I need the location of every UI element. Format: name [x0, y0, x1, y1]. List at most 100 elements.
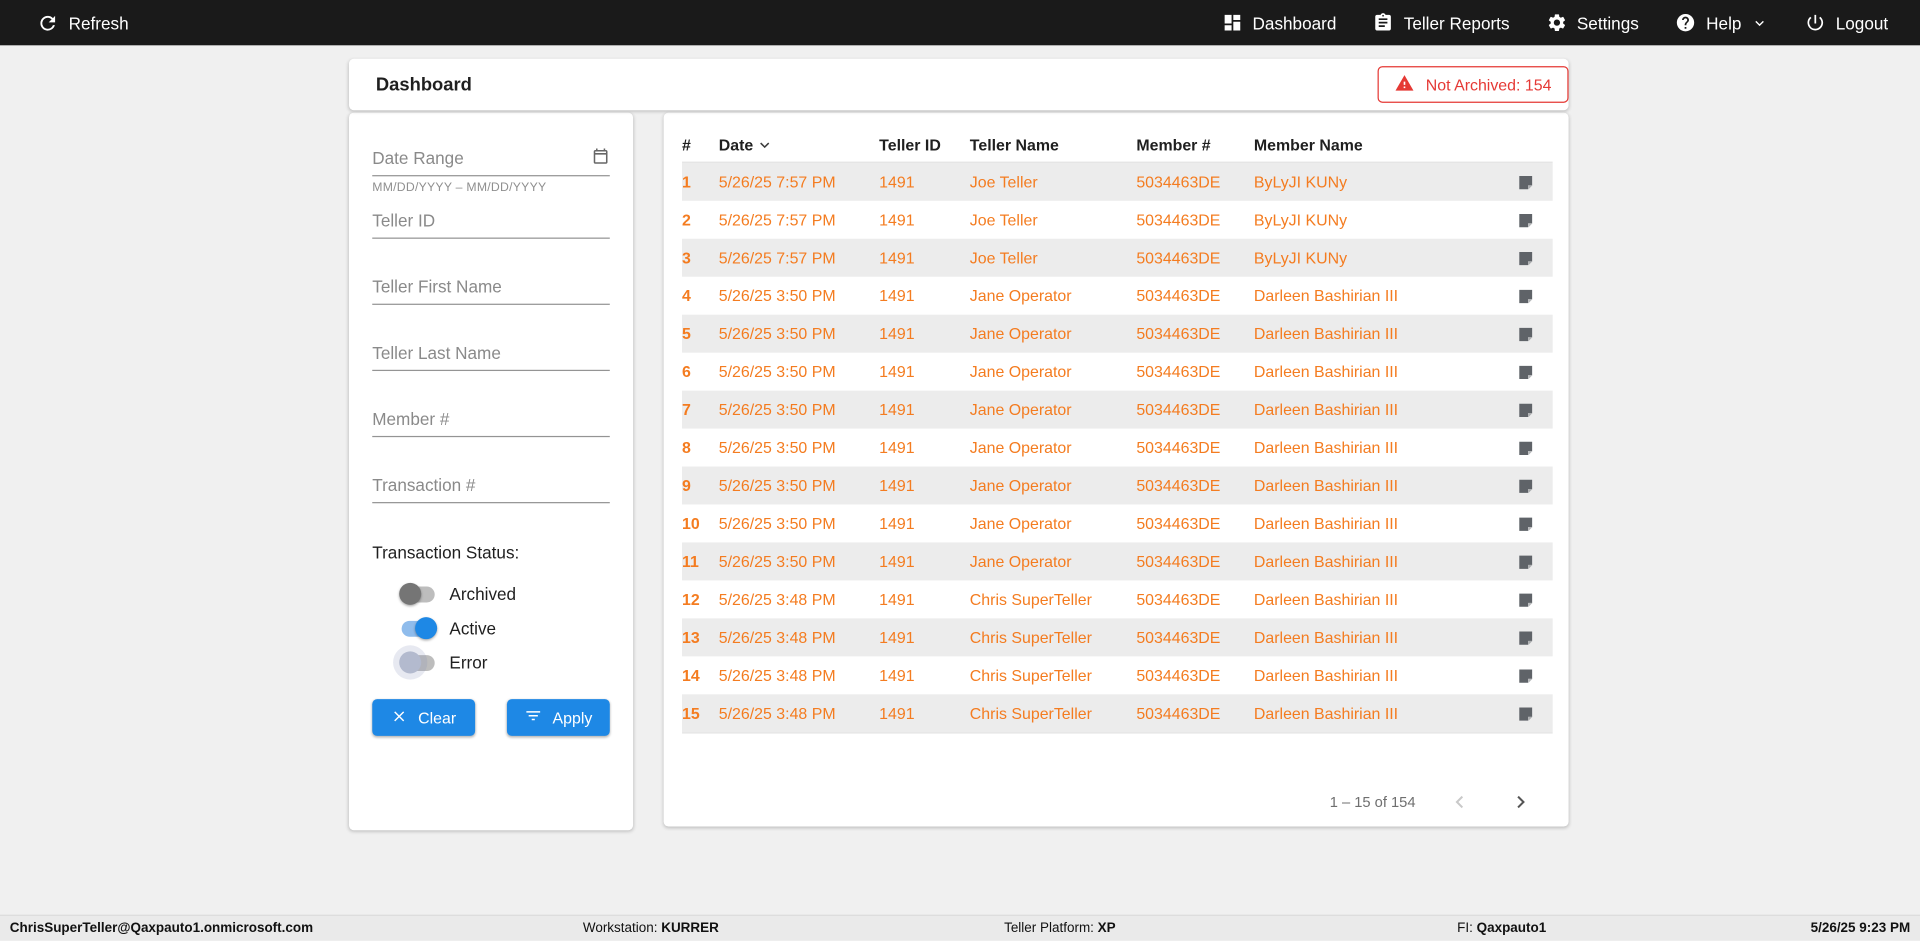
- cell-teller-name: Jane Operator: [969, 324, 1072, 343]
- table-row[interactable]: 12 5/26/25 3:48 PM 1491 Chris SuperTelle…: [682, 580, 1553, 618]
- table-row[interactable]: 1 5/26/25 7:57 PM 1491 Joe Teller 503446…: [682, 162, 1553, 201]
- note-icon[interactable]: [1517, 477, 1534, 494]
- toggle-archived[interactable]: Archived: [399, 577, 610, 611]
- note-icon[interactable]: [1517, 629, 1534, 646]
- nav-dashboard[interactable]: Dashboard: [1222, 12, 1336, 33]
- table-row[interactable]: 5 5/26/25 3:50 PM 1491 Jane Operator 503…: [682, 314, 1553, 353]
- table-row[interactable]: 7 5/26/25 3:50 PM 1491 Jane Operator 503…: [682, 390, 1553, 429]
- clear-button[interactable]: Clear: [372, 699, 476, 736]
- cell-member-name: Darleen Bashirian III: [1253, 476, 1399, 495]
- note-icon[interactable]: [1517, 667, 1534, 684]
- cell-teller-name: Jane Operator: [969, 286, 1072, 305]
- note-icon[interactable]: [1517, 401, 1534, 418]
- workstation-value: KURRER: [661, 920, 719, 936]
- sort-desc-icon: [756, 133, 774, 157]
- not-archived-badge[interactable]: Not Archived: 154: [1378, 66, 1569, 103]
- note-icon[interactable]: [1517, 249, 1534, 266]
- col-header-date[interactable]: Date: [719, 133, 879, 157]
- page-title: Dashboard: [375, 74, 472, 95]
- teller-id-input[interactable]: [372, 206, 610, 239]
- col-header-teller-name[interactable]: Teller Name: [970, 136, 1137, 154]
- cell-date: 5/26/25 7:57 PM: [718, 248, 836, 267]
- table-row[interactable]: 11 5/26/25 3:50 PM 1491 Jane Operator 50…: [682, 542, 1553, 581]
- table-row[interactable]: 14 5/26/25 3:48 PM 1491 Chris SuperTelle…: [682, 656, 1553, 694]
- table-row[interactable]: 3 5/26/25 7:57 PM 1491 Joe Teller 503446…: [682, 238, 1553, 277]
- note-icon[interactable]: [1517, 173, 1534, 190]
- cell-member-name: Darleen Bashirian III: [1253, 590, 1399, 609]
- cell-member-number: 5034463DE: [1136, 476, 1221, 495]
- table-row[interactable]: 4 5/26/25 3:50 PM 1491 Jane Operator 503…: [682, 277, 1553, 315]
- teller-last-name-field: [372, 339, 610, 372]
- fi-status: FI: Qaxpauto1: [1457, 921, 1546, 936]
- date-range-input[interactable]: [372, 144, 610, 177]
- note-icon[interactable]: [1517, 553, 1534, 570]
- calendar-icon[interactable]: [591, 147, 609, 171]
- table-row[interactable]: 9 5/26/25 3:50 PM 1491 Jane Operator 503…: [682, 466, 1553, 505]
- note-icon[interactable]: [1517, 363, 1534, 380]
- table-row[interactable]: 2 5/26/25 7:57 PM 1491 Joe Teller 503446…: [682, 201, 1553, 239]
- row-number: 10: [682, 514, 700, 533]
- cell-member-number: 5034463DE: [1136, 286, 1221, 305]
- row-number: 9: [682, 476, 691, 495]
- error-toggle-switch[interactable]: [399, 651, 435, 674]
- date-format-hint: MM/DD/YYYY – MM/DD/YYYY: [372, 181, 547, 195]
- previous-page-button[interactable]: [1442, 785, 1476, 819]
- cell-teller-id: 1491: [879, 362, 915, 381]
- transactions-table-card: # Date Teller ID Teller Name Member # Me…: [663, 112, 1569, 827]
- col-header-member-name[interactable]: Member Name: [1254, 136, 1499, 154]
- note-icon[interactable]: [1517, 515, 1534, 532]
- help-icon: [1676, 12, 1697, 33]
- transaction-number-input[interactable]: [372, 471, 610, 504]
- teller-first-name-input[interactable]: [372, 273, 610, 305]
- cell-member-name: ByLyJI KUNy: [1253, 210, 1348, 229]
- transaction-status-label: Transaction Status:: [372, 542, 520, 563]
- pagination: 1 – 15 of 154: [682, 785, 1553, 819]
- toggle-error[interactable]: Error: [399, 645, 610, 679]
- top-nav-bar: Refresh Dashboard Teller Reports Setting…: [0, 0, 1920, 46]
- col-header-member-number[interactable]: Member #: [1136, 136, 1254, 154]
- filter-actions: Clear Apply: [372, 699, 610, 736]
- filter-icon: [524, 707, 542, 729]
- teller-last-name-input[interactable]: [372, 339, 610, 372]
- cell-teller-name: Joe Teller: [969, 210, 1038, 229]
- row-number: 8: [682, 438, 691, 457]
- refresh-icon: [37, 12, 59, 34]
- cell-member-number: 5034463DE: [1136, 704, 1221, 723]
- cell-teller-id: 1491: [879, 590, 915, 609]
- cell-date: 5/26/25 3:50 PM: [718, 514, 836, 533]
- nav-teller-reports[interactable]: Teller Reports: [1373, 12, 1510, 33]
- table-body: 1 5/26/25 7:57 PM 1491 Joe Teller 503446…: [682, 162, 1553, 734]
- toggle-active[interactable]: Active: [401, 611, 610, 645]
- cell-member-number: 5034463DE: [1136, 438, 1221, 457]
- note-icon[interactable]: [1517, 325, 1534, 342]
- note-icon[interactable]: [1517, 439, 1534, 456]
- archived-toggle-switch[interactable]: [399, 582, 435, 605]
- row-number: 12: [682, 590, 700, 609]
- status-toggles: Archived Active Error: [372, 577, 610, 680]
- note-icon[interactable]: [1517, 705, 1534, 722]
- note-icon[interactable]: [1517, 287, 1534, 304]
- table-row[interactable]: 8 5/26/25 3:50 PM 1491 Jane Operator 503…: [682, 429, 1553, 467]
- member-number-input[interactable]: [372, 405, 610, 438]
- col-header-teller-id[interactable]: Teller ID: [879, 136, 970, 154]
- cell-date: 5/26/25 3:50 PM: [718, 286, 836, 305]
- active-toggle-switch[interactable]: [401, 617, 438, 640]
- nav-logout[interactable]: Logout: [1805, 12, 1888, 33]
- table-row[interactable]: 10 5/26/25 3:50 PM 1491 Jane Operator 50…: [682, 504, 1553, 542]
- cell-member-number: 5034463DE: [1136, 666, 1221, 685]
- note-icon[interactable]: [1517, 211, 1534, 228]
- table-row[interactable]: 15 5/26/25 3:48 PM 1491 Chris SuperTelle…: [682, 694, 1553, 733]
- table-header-row: # Date Teller ID Teller Name Member # Me…: [682, 129, 1553, 163]
- note-icon[interactable]: [1517, 591, 1534, 608]
- table-row[interactable]: 13 5/26/25 3:48 PM 1491 Chris SuperTelle…: [682, 618, 1553, 657]
- teller-reports-icon: [1373, 12, 1394, 33]
- nav-settings[interactable]: Settings: [1546, 12, 1639, 33]
- refresh-button[interactable]: Refresh: [37, 12, 129, 34]
- cell-date: 5/26/25 3:50 PM: [718, 400, 836, 419]
- apply-button[interactable]: Apply: [506, 699, 610, 736]
- cell-teller-name: Joe Teller: [969, 172, 1038, 192]
- row-number: 5: [682, 324, 691, 343]
- next-page-button[interactable]: [1504, 785, 1538, 819]
- table-row[interactable]: 6 5/26/25 3:50 PM 1491 Jane Operator 503…: [682, 353, 1553, 391]
- nav-help[interactable]: Help: [1676, 12, 1769, 33]
